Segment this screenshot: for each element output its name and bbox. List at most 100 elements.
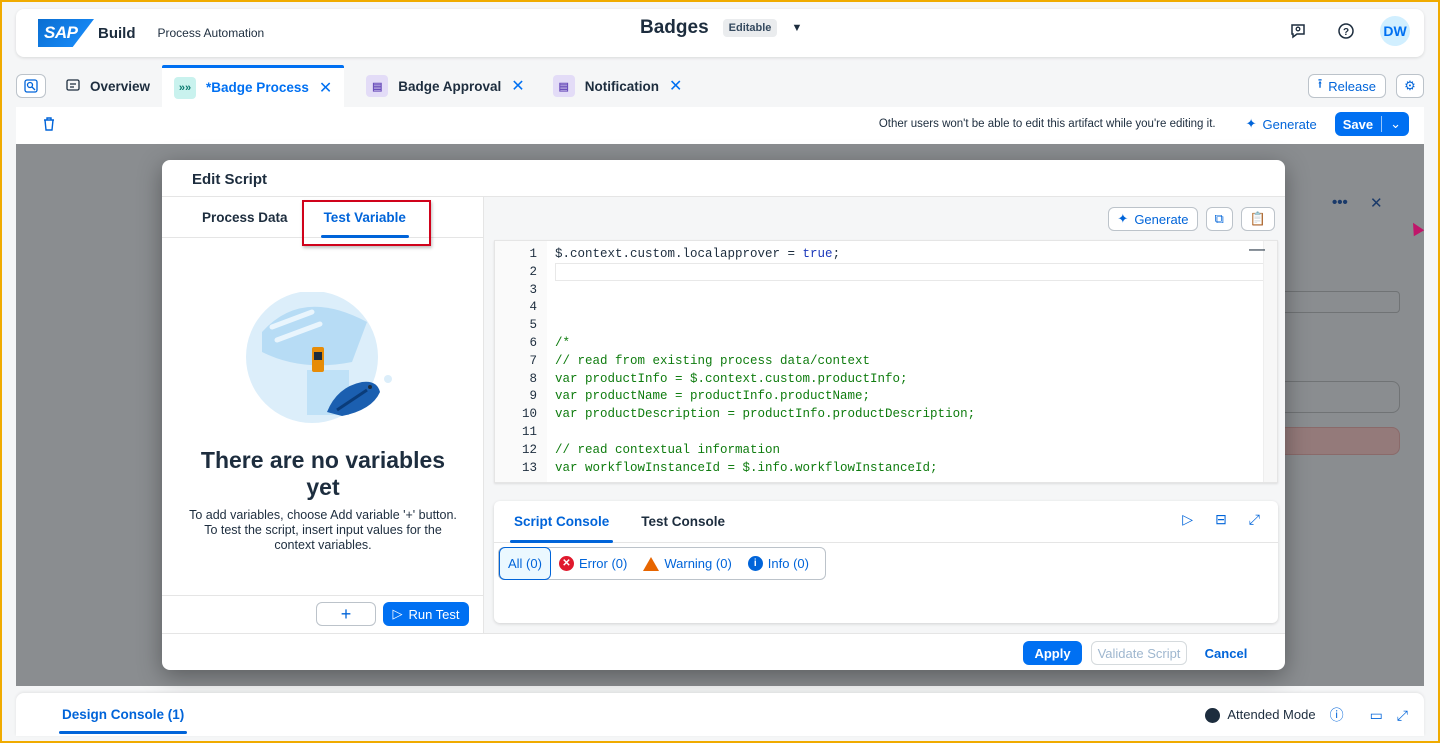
filter-all[interactable]: All (0) [499, 547, 551, 580]
delete-icon[interactable] [42, 116, 56, 135]
upload-icon: ⭱ [1317, 76, 1323, 91]
line-number: 9 [529, 389, 537, 404]
panel-icon[interactable]: ▭ [1370, 707, 1383, 724]
avatar[interactable]: DW [1380, 16, 1410, 46]
tab-label: Notification [584, 78, 659, 94]
tab-badge-approval[interactable]: ▤ Badge Approval ✕ [354, 65, 536, 107]
shell-actions: ? DW [1284, 16, 1410, 46]
filter-label: Warning (0) [664, 556, 732, 571]
run-test-label: Run Test [408, 606, 460, 622]
code-line: var productInfo = $.context.custom.produ… [555, 371, 908, 386]
filter-info[interactable]: i Info (0) [740, 548, 817, 579]
product-name: Build [98, 24, 136, 42]
validate-script-button[interactable]: Validate Script [1091, 641, 1187, 665]
tab-label: Overview [90, 78, 151, 94]
current-line-indicator [555, 263, 1275, 281]
release-label: Release [1328, 78, 1376, 94]
edit-script-dialog: Edit Script Process Data Test Variable T… [162, 160, 1285, 670]
dialog-footer: Apply Validate Script Cancel [162, 633, 1285, 670]
joule-assistant-icon[interactable] [1284, 17, 1312, 45]
code-editor[interactable]: — 1 $.context.custom.localapprover = true… [494, 240, 1278, 483]
info-icon: i [747, 556, 763, 571]
generate-button[interactable]: ✦ Generate [1246, 116, 1317, 132]
expand-icon[interactable]: ⤢ [1397, 707, 1408, 724]
warning-icon [643, 556, 660, 571]
process-icon: »» [174, 76, 197, 99]
paste-icon[interactable]: 📋 [1240, 207, 1275, 231]
filter-warning[interactable]: Warning (0) [635, 548, 739, 579]
tab-overview[interactable]: Overview [54, 65, 162, 107]
editor-toolbar: Other users won't be able to edit this a… [16, 107, 1424, 144]
code-keyword: true [802, 247, 833, 261]
toolbar-actions: Other users won't be able to edit this a… [879, 112, 1409, 136]
info-icon[interactable]: ⓘ [1330, 705, 1344, 725]
mode-label: Attended Mode [1227, 706, 1316, 722]
minimize-icon[interactable]: ⊟ [1215, 511, 1227, 528]
empty-state-illustration [246, 292, 392, 423]
tab-badge-process[interactable]: »» *Badge Process ✕ [162, 65, 345, 107]
release-button[interactable]: ⭱ Release [1307, 74, 1386, 98]
filter-label: All (0) [508, 556, 542, 571]
annotation-highlight-box [302, 200, 431, 246]
tab-process-data[interactable]: Process Data [202, 197, 288, 238]
console-bar-actions: Attended Mode ⓘ ▭ ⤢ [1205, 705, 1408, 725]
console-filter-bar: All (0) ✕ Error (0) Warning (0) i Info (… [498, 547, 826, 580]
line-number: 8 [529, 371, 537, 386]
copy-icon[interactable]: ⧉ [1205, 207, 1233, 231]
variables-panel: Process Data Test Variable There are no … [162, 197, 484, 633]
line-number: 4 [529, 300, 537, 315]
close-icon[interactable]: ✕ [669, 76, 682, 96]
sap-logo[interactable]: SAP [38, 19, 94, 47]
close-icon[interactable]: ✕ [511, 76, 524, 96]
code-line: var productDescription = productInfo.pro… [555, 407, 976, 422]
error-icon: ✕ [558, 556, 574, 571]
filter-label: Error (0) [578, 556, 628, 571]
code-line: var productName = productInfo.productNam… [555, 389, 871, 404]
expand-icon[interactable]: ⤢ [1249, 511, 1260, 528]
filter-error[interactable]: ✕ Error (0) [551, 548, 635, 579]
artifact-tabbar: Overview »» *Badge Process ✕ ▤ Badge App… [16, 65, 1424, 107]
script-panel: ✦ Generate ⧉ 📋 — 1 $.context.custom.local… [484, 197, 1285, 633]
line-number: 10 [521, 407, 537, 422]
mouse-cursor-icon [1407, 219, 1425, 237]
tab-notification[interactable]: ▤ Notification ✕ [541, 65, 695, 107]
line-number: 13 [521, 460, 537, 475]
empty-state-title: There are no variables yet [200, 447, 446, 500]
tab-label: Badge Approval [398, 78, 502, 94]
line-number: 12 [521, 442, 537, 457]
variables-footer: + ▷ Run Test [162, 595, 484, 633]
line-number: 2 [529, 264, 537, 279]
add-variable-button[interactable]: + [316, 602, 376, 626]
line-number: 1 [529, 247, 537, 261]
close-icon[interactable]: ✕ [319, 78, 332, 98]
background-field [1278, 291, 1400, 313]
chevron-down-icon[interactable]: ▼ [791, 22, 802, 34]
svg-text:?: ? [1343, 27, 1349, 38]
more-icon: ••• [1332, 194, 1348, 211]
chevron-down-icon[interactable]: ⌄ [1381, 116, 1409, 132]
script-console: Script Console Test Console ▷ ⊟ ⤢ All (0… [494, 501, 1278, 623]
save-button[interactable]: Save ⌄ [1334, 112, 1409, 136]
cancel-button[interactable]: Cancel [1196, 641, 1256, 665]
line-number: 11 [521, 425, 537, 439]
tab-test-console[interactable]: Test Console [641, 501, 725, 543]
tab-script-console[interactable]: Script Console [509, 501, 614, 543]
play-icon[interactable]: ▷ [1182, 511, 1193, 528]
product-subtitle: Process Automation [157, 26, 265, 40]
generate-script-button[interactable]: ✦ Generate [1108, 207, 1198, 231]
help-icon[interactable]: ? [1332, 17, 1360, 45]
background-field [1278, 427, 1400, 455]
project-title-area: Badges Editable ▼ [640, 17, 802, 39]
design-console-bar: Design Console (1) Attended Mode ⓘ ▭ ⤢ [16, 693, 1424, 736]
filter-label: Info (0) [767, 556, 809, 571]
search-artifacts-icon[interactable] [16, 74, 46, 98]
run-test-button[interactable]: ▷ Run Test [383, 602, 469, 626]
apply-button[interactable]: Apply [1023, 641, 1082, 665]
play-icon: ▷ [392, 606, 403, 621]
tab-design-console[interactable]: Design Console (1) [58, 693, 188, 736]
scrollbar[interactable] [1263, 241, 1277, 482]
line-number: 6 [529, 336, 537, 350]
gear-icon[interactable]: ⚙ [1396, 74, 1424, 98]
collapse-icon[interactable]: — [1249, 241, 1265, 259]
page-title: Badges [640, 17, 709, 38]
